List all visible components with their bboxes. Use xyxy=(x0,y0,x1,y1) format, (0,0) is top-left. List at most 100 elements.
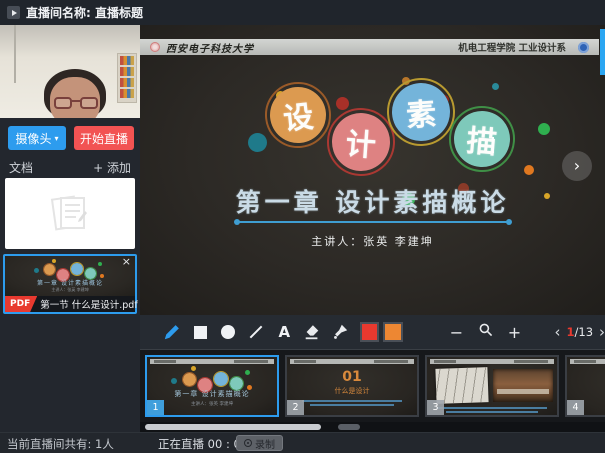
webcam-person-glasses xyxy=(54,97,98,110)
filmstrip-scrollbar-thumb[interactable] xyxy=(145,424,321,430)
slide-thumbnail-3[interactable]: 3 xyxy=(425,355,559,417)
chevron-down-icon: ▾ xyxy=(55,134,59,143)
record-label: 录制 xyxy=(255,436,275,451)
total-pages: /13 xyxy=(575,325,594,339)
mini-title-circles xyxy=(177,368,247,388)
thumb-title: 什么是设计 xyxy=(287,386,417,396)
viewer-count: 当前直播间共有: 1人 xyxy=(7,436,114,452)
thumb-header-band xyxy=(150,359,274,364)
zoom-out-button[interactable]: − xyxy=(447,323,467,342)
documents-header: 文档 + 添加 xyxy=(0,156,140,178)
university-name: 西安电子科技大学 xyxy=(166,40,452,55)
university-seal-icon xyxy=(150,42,160,52)
chapter-title: 第一章 设计素描概论 xyxy=(140,183,605,219)
color-swatch-orange[interactable] xyxy=(383,322,402,342)
pdf-badge: PDF xyxy=(5,296,37,312)
filmstrip-scrollbar-track[interactable] xyxy=(140,422,605,432)
thumb-subtitle: 主讲人：张英 李建坤 xyxy=(147,401,277,407)
chalk-dot xyxy=(248,133,267,152)
record-icon xyxy=(244,439,252,447)
text-cursor xyxy=(492,137,494,153)
webcam-bookshelf xyxy=(117,53,137,103)
thumb-number: 1 xyxy=(147,400,164,415)
ellipse-tool-icon[interactable] xyxy=(216,319,241,345)
live-room-icon xyxy=(7,6,20,19)
title-char-circle: 描 xyxy=(452,109,513,170)
record-button[interactable]: 录制 xyxy=(236,435,283,451)
text-tool-icon[interactable]: A xyxy=(272,319,297,345)
thumb-number: 3 xyxy=(427,400,444,415)
thumb-title: 第一章 设计素描概论 xyxy=(147,389,277,399)
university-logo-icon xyxy=(578,42,589,53)
title-char-circle: 计 xyxy=(330,111,392,173)
main-area: 西安电子科技大学 机电工程学院 工业设计系 设 计 素 描 第一章 设计素描概论 xyxy=(140,25,605,432)
thumb-text-line xyxy=(310,404,394,406)
department-name: 机电工程学院 工业设计系 xyxy=(458,40,566,54)
pdf-thumb-title: 第一章 设计素描概论 xyxy=(5,278,135,287)
zoom-controls: − + xyxy=(447,322,525,342)
page-navigation: ‹ 1/13 › xyxy=(555,323,605,341)
rectangle-tool-icon[interactable] xyxy=(188,319,213,345)
slide-thumbnail-1[interactable]: 第一章 设计素描概论 主讲人：张英 李建坤 1 xyxy=(145,355,279,417)
thumb-header-band xyxy=(570,359,605,364)
brush-tool-icon[interactable] xyxy=(328,319,353,345)
start-live-label: 开始直播 xyxy=(80,130,128,147)
slide-header-band: 西安电子科技大学 机电工程学院 工业设计系 xyxy=(140,39,599,55)
next-page-button[interactable]: › xyxy=(599,323,605,341)
eraser-tool-icon[interactable] xyxy=(300,319,325,345)
add-document-button[interactable]: + 添加 xyxy=(93,159,131,176)
thumb-header-band xyxy=(430,359,554,364)
sidebar: 摄像头 ▾ 开始直播 文档 + 添加 xyxy=(0,25,140,432)
slide-thumbnail-2[interactable]: 01 什么是设计 2 xyxy=(285,355,419,417)
thumb-number: 4 xyxy=(567,400,584,415)
document-pages-icon xyxy=(47,193,93,235)
slide-filmstrip: 第一章 设计素描概论 主讲人：张英 李建坤 1 01 什么是设计 2 3 xyxy=(140,349,605,422)
thumb-number: 2 xyxy=(287,400,304,415)
camera-button-label: 摄像头 xyxy=(15,130,51,147)
webcam-wall-edge xyxy=(14,25,16,83)
close-icon[interactable]: × xyxy=(122,256,131,268)
chalk-dot xyxy=(538,123,550,135)
webcam-preview xyxy=(0,25,140,118)
thumb-sketch-image xyxy=(435,367,488,404)
live-stream-app: 直播间名称: 直播标题 摄像头 ▾ 开始直播 文档 + 添加 xyxy=(0,0,605,453)
thumb-painting-image xyxy=(493,369,553,402)
zoom-in-button[interactable]: + xyxy=(505,323,525,342)
slide-thumbnail-4[interactable]: 4 xyxy=(565,355,605,417)
chalk-dot xyxy=(524,165,534,175)
pdf-thumb-subtitle: 主讲人：张英 李建坤 xyxy=(5,287,135,293)
thumb-text-line xyxy=(302,400,402,402)
slide-scrollbar[interactable] xyxy=(600,29,605,75)
line-tool-icon[interactable] xyxy=(244,319,269,345)
documents-label: 文档 xyxy=(9,159,93,176)
next-slide-overlay-button[interactable]: › xyxy=(562,151,592,181)
pen-tool-icon[interactable] xyxy=(160,319,185,345)
thumb-heading: 01 xyxy=(287,369,417,385)
thumb-text-line xyxy=(437,407,547,409)
pdf-thumbnail: 第一章 设计素描概论 主讲人：张英 李建坤 × xyxy=(5,256,135,296)
slide-canvas[interactable]: 西安电子科技大学 机电工程学院 工业设计系 设 计 素 描 第一章 设计素描概论 xyxy=(140,25,605,315)
top-bar: 直播间名称: 直播标题 xyxy=(0,0,605,25)
chalk-dot xyxy=(336,97,349,110)
stream-controls: 摄像头 ▾ 开始直播 xyxy=(0,122,140,154)
filmstrip-scrollbar-nub[interactable] xyxy=(338,424,360,430)
annotation-toolbar: A − + ‹ 1/13 › xyxy=(140,315,605,349)
color-swatch-red[interactable] xyxy=(360,322,379,342)
thumb-text-line xyxy=(446,411,538,413)
status-bar: 当前直播间共有: 1人 正在直播 00 : 00 : 00 录制 xyxy=(0,432,605,453)
chapter-underline xyxy=(237,221,509,223)
start-live-button[interactable]: 开始直播 xyxy=(74,126,134,150)
room-title: 直播间名称: 直播标题 xyxy=(26,4,143,21)
chalk-dot xyxy=(402,77,410,85)
speakers-line: 主讲人：张英 李建坤 xyxy=(140,233,605,249)
camera-button[interactable]: 摄像头 ▾ xyxy=(8,126,66,150)
document-placeholder-card[interactable] xyxy=(5,178,135,249)
magnifier-icon[interactable] xyxy=(476,322,496,342)
title-char-circle: 素 xyxy=(390,81,452,143)
prev-page-button[interactable]: ‹ xyxy=(555,323,561,341)
pdf-document-item[interactable]: 第一章 设计素描概论 主讲人：张英 李建坤 × PDF 第一节 什么是设计.pd… xyxy=(3,254,137,314)
pdf-filename: 第一节 什么是设计.pdf xyxy=(40,297,137,311)
pdf-footer: PDF 第一节 什么是设计.pdf xyxy=(5,296,135,312)
current-page: 1 xyxy=(567,325,575,339)
mini-title-circles xyxy=(40,260,100,280)
